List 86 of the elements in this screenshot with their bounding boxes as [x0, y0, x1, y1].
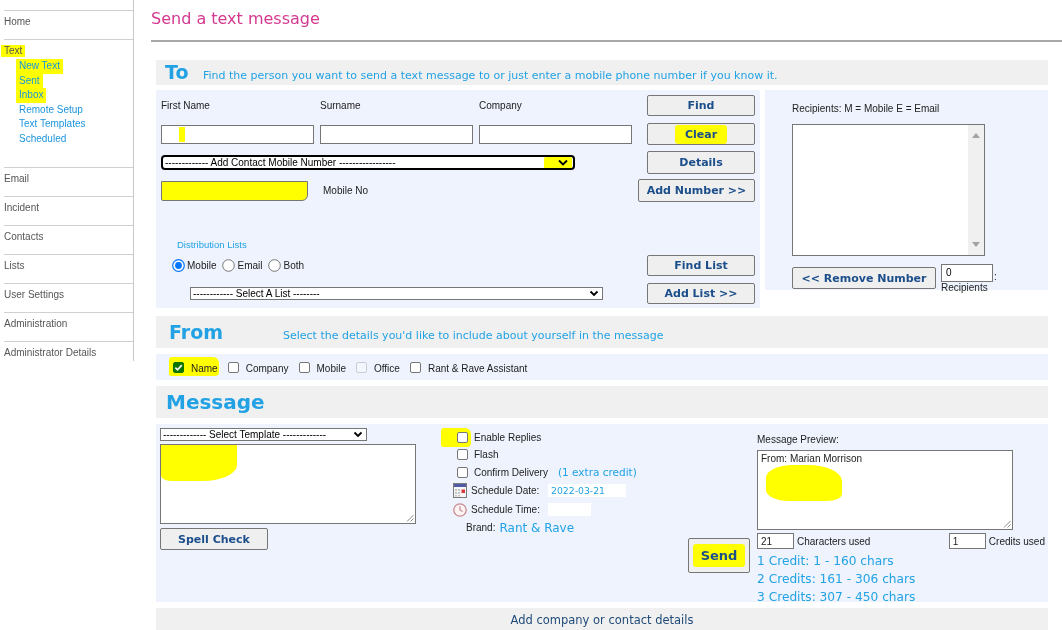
- section-heading: To: [165, 60, 190, 85]
- field-label: Mobile No: [323, 185, 369, 196]
- checkbox-label: Flash: [474, 449, 499, 461]
- checkbox-label: Name: [191, 362, 218, 374]
- checkbox-label: Mobile: [316, 362, 346, 374]
- details-button[interactable]: Details: [647, 151, 755, 174]
- nav-link[interactable]: Text: [1, 45, 26, 57]
- count-field[interactable]: 1: [948, 533, 986, 549]
- message-field[interactable]: [160, 444, 416, 524]
- caret-icon: [353, 431, 363, 438]
- radio-label: Email: [237, 260, 263, 271]
- field-label: Message Preview:: [757, 434, 839, 445]
- section-label: Distribution Lists: [177, 238, 247, 250]
- resize-grip-icon[interactable]: [406, 514, 414, 522]
- caret-icon: [589, 290, 599, 297]
- nav-link[interactable]: Administrator Details: [4, 347, 97, 359]
- footer-link[interactable]: Add company or contact details: [510, 613, 694, 627]
- add-number-button[interactable]: Add Number >>: [638, 179, 755, 202]
- nav-link[interactable]: Incident: [4, 202, 40, 214]
- recipients-list[interactable]: [792, 124, 985, 256]
- credit-tier-text: 2 Credits: 161 - 306 chars: [757, 571, 916, 588]
- checkbox[interactable]: [173, 361, 184, 373]
- note-text: (1 extra credit): [557, 466, 637, 479]
- nav-link[interactable]: Home: [4, 16, 31, 28]
- send-button[interactable]: Send: [688, 538, 750, 573]
- radio-button[interactable]: [268, 259, 282, 272]
- text-field[interactable]: [479, 124, 632, 144]
- checkbox[interactable]: [298, 361, 310, 373]
- preview-field[interactable]: From: Marian Morrison: [757, 450, 1013, 530]
- nav-link[interactable]: Email: [4, 173, 29, 185]
- remove-number-button[interactable]: << Remove Number: [792, 267, 936, 289]
- field-label: Characters used: [797, 535, 871, 547]
- checkbox[interactable]: [457, 431, 468, 443]
- clear-button[interactable]: Clear: [647, 123, 755, 145]
- checkbox[interactable]: [457, 466, 468, 478]
- field-label: Schedule Date:: [471, 485, 541, 496]
- section-heading: Message: [166, 389, 265, 416]
- text-field[interactable]: [161, 180, 308, 201]
- nav-link[interactable]: Contacts: [4, 231, 44, 243]
- check-icon: [174, 362, 183, 372]
- field-label: Recipients: [941, 282, 988, 293]
- brand-name: Rant & Rave: [499, 520, 575, 535]
- nav-link[interactable]: Administration: [4, 318, 68, 330]
- field-label: Schedule Time:: [471, 504, 541, 515]
- page-title: Send a text message: [151, 8, 320, 30]
- checkbox-label: Office: [373, 362, 400, 374]
- radio-label: Mobile: [187, 260, 217, 271]
- field-label: Recipients: M = Mobile E = Email: [792, 103, 940, 115]
- find-list-button[interactable]: Find List: [647, 255, 755, 276]
- find-button[interactable]: Find: [647, 95, 755, 116]
- field-label: Brand:: [466, 522, 496, 533]
- spell-check-button[interactable]: Spell Check: [160, 528, 268, 550]
- text-field[interactable]: [320, 124, 473, 144]
- checkbox[interactable]: [409, 361, 421, 373]
- radio-label: Both: [283, 260, 305, 271]
- clock-icon[interactable]: [453, 502, 467, 517]
- checkbox-label: Company: [245, 362, 289, 374]
- field-label: Surname: [320, 100, 362, 111]
- section-subtitle: Find the person you want to send a text message to or just enter a mobile phone number if you know it.: [203, 69, 778, 82]
- field-label: Credits used: [988, 535, 1045, 547]
- credit-tier-text: 1 Credit: 1 - 160 chars: [757, 553, 894, 570]
- checkbox[interactable]: [227, 361, 239, 373]
- dropdown[interactable]: ------------- Add Contact Mobile Number -----------------: [161, 155, 575, 170]
- checkbox-label: Confirm Delivery: [474, 466, 548, 478]
- field-label: First Name: [161, 100, 211, 111]
- section-heading: From: [169, 320, 224, 345]
- calendar-icon[interactable]: [453, 483, 467, 498]
- count-field[interactable]: 21: [757, 533, 794, 549]
- highlighter-mark: [179, 126, 185, 142]
- nav-link[interactable]: Lists: [4, 260, 25, 272]
- nav-link[interactable]: User Settings: [4, 289, 65, 301]
- text-field[interactable]: [161, 124, 314, 144]
- field-label: Company: [479, 100, 523, 111]
- dropdown[interactable]: ------------ Select A List --------: [190, 287, 603, 300]
- resize-grip-icon[interactable]: [1003, 520, 1011, 528]
- checkbox-label: Rant & Rave Assistant: [427, 362, 528, 374]
- separator-text: :: [994, 272, 997, 282]
- checkbox[interactable]: [457, 449, 468, 461]
- section-subtitle: Select the details you'd like to include about yourself in the message: [283, 329, 664, 342]
- count-field[interactable]: 0: [941, 264, 993, 282]
- credit-tier-text: 3 Credits: 307 - 450 chars: [757, 589, 916, 606]
- add-list-button[interactable]: Add List >>: [647, 283, 755, 304]
- radio-button[interactable]: [172, 259, 185, 272]
- dropdown[interactable]: ------------- Select Template -------------: [160, 428, 367, 441]
- checkbox-label: Enable Replies: [474, 431, 542, 443]
- radio-button[interactable]: [222, 259, 236, 272]
